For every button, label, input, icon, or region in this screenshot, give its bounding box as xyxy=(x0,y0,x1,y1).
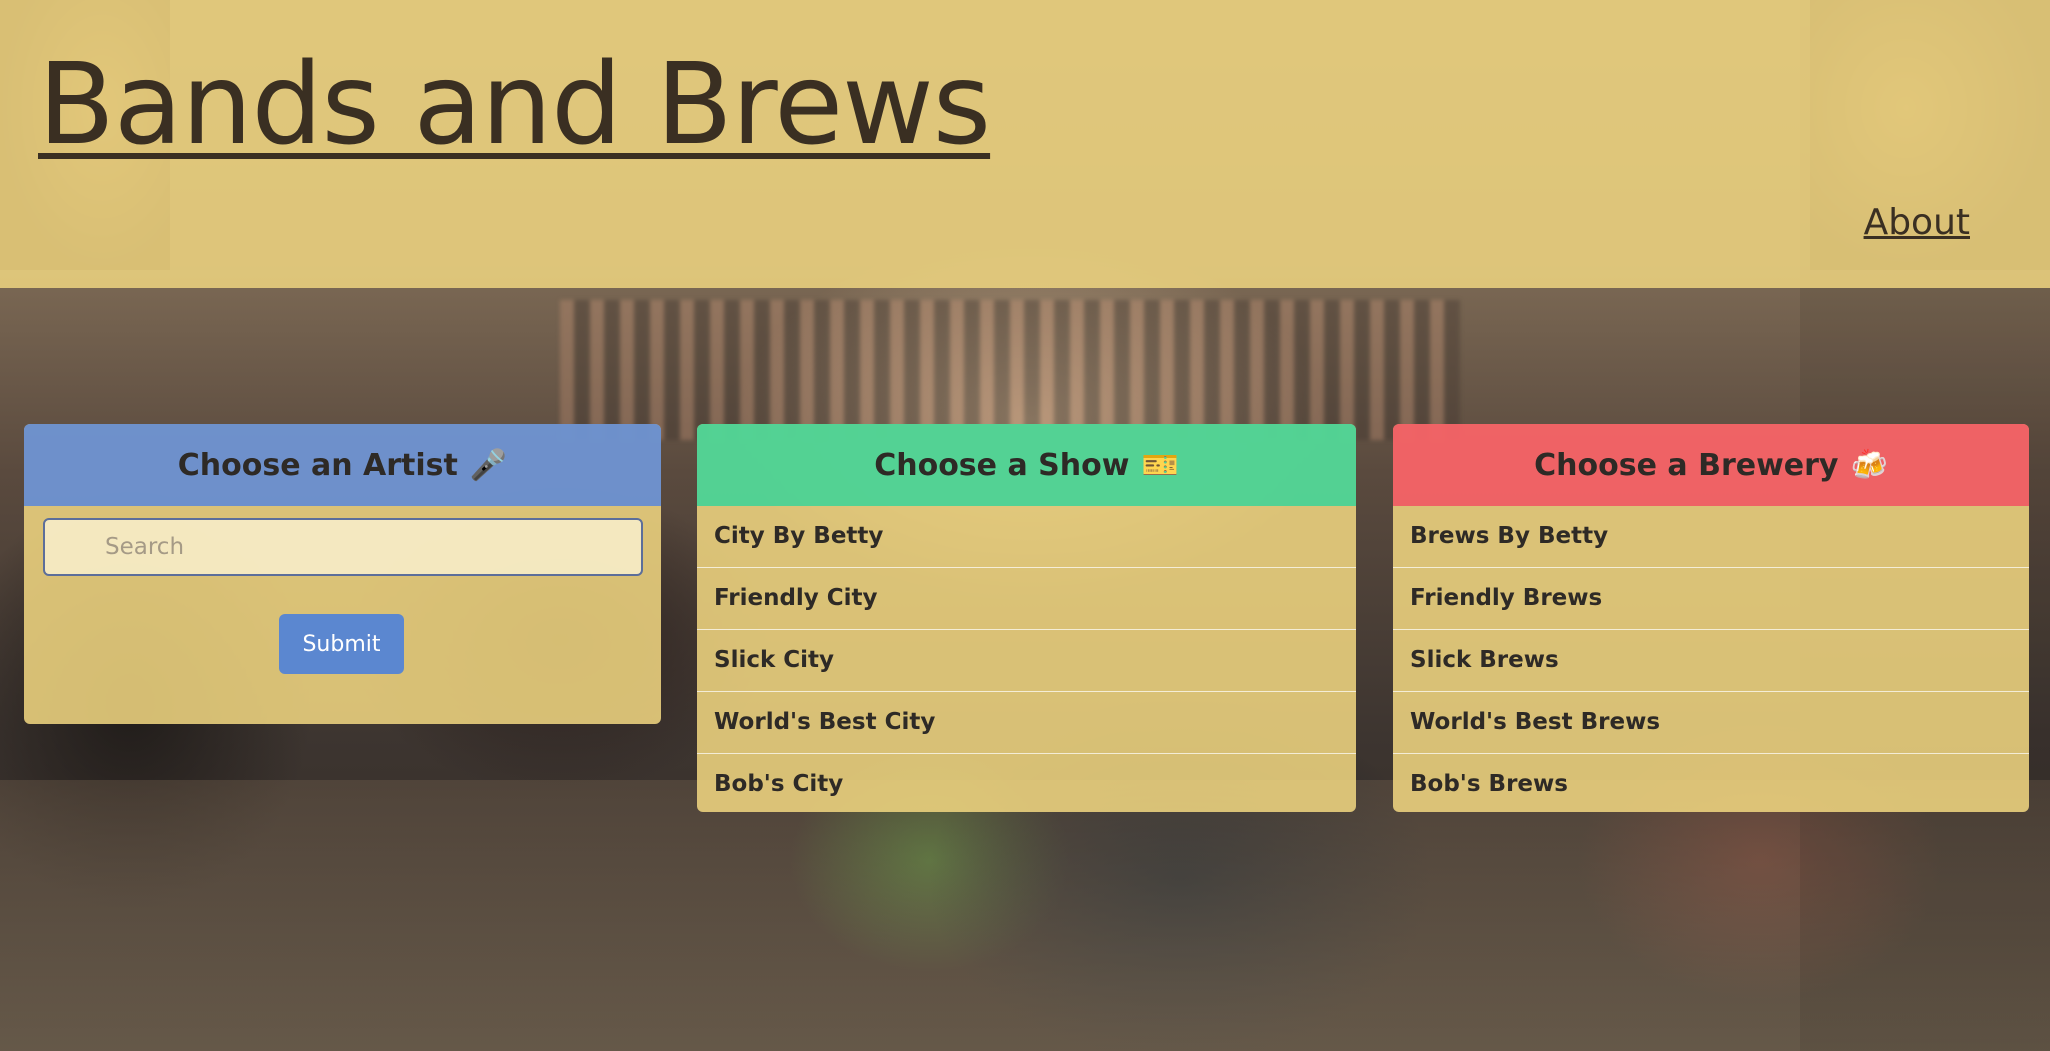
brewery-list-item[interactable]: Bob's Brews xyxy=(1393,754,2029,812)
stage-floor xyxy=(0,780,2050,1051)
artist-search-input[interactable] xyxy=(43,518,643,576)
show-list-item[interactable]: World's Best City xyxy=(697,692,1356,754)
brewery-card-title: Choose a Brewery xyxy=(1534,447,1839,483)
artist-card-title: Choose an Artist xyxy=(177,447,458,483)
site-title-link[interactable]: Bands and Brews xyxy=(38,40,991,170)
artist-card-header: Choose an Artist 🎤 xyxy=(24,424,661,506)
crowd xyxy=(560,300,1460,440)
show-list-item[interactable]: City By Betty xyxy=(697,506,1356,568)
about-link[interactable]: About xyxy=(1864,202,1970,243)
brewery-card-header: Choose a Brewery 🍻 xyxy=(1393,424,2029,506)
microphone-icon: 🎤 xyxy=(469,447,508,483)
brewery-list-item[interactable]: Friendly Brews xyxy=(1393,568,2029,630)
show-card-title: Choose a Show xyxy=(874,447,1130,483)
show-card: Choose a Show 🎫 City By Betty Friendly C… xyxy=(697,424,1356,812)
brewery-list-item[interactable]: Brews By Betty xyxy=(1393,506,2029,568)
artist-card: Choose an Artist 🎤 Submit xyxy=(24,424,661,724)
show-list-item[interactable]: Slick City xyxy=(697,630,1356,692)
brewery-list-item[interactable]: Slick Brews xyxy=(1393,630,2029,692)
brewery-list: Brews By Betty Friendly Brews Slick Brew… xyxy=(1393,506,2029,812)
show-card-header: Choose a Show 🎫 xyxy=(697,424,1356,506)
submit-button[interactable]: Submit xyxy=(279,614,404,674)
show-list: City By Betty Friendly City Slick City W… xyxy=(697,506,1356,812)
brewery-list-item[interactable]: World's Best Brews xyxy=(1393,692,2029,754)
beer-mugs-icon: 🍻 xyxy=(1850,447,1888,483)
show-list-item[interactable]: Bob's City xyxy=(697,754,1356,812)
show-list-item[interactable]: Friendly City xyxy=(697,568,1356,630)
ticket-icon: 🎫 xyxy=(1141,447,1179,483)
brewery-card: Choose a Brewery 🍻 Brews By Betty Friend… xyxy=(1393,424,2029,812)
site-header: Bands and Brews About xyxy=(0,0,2050,288)
